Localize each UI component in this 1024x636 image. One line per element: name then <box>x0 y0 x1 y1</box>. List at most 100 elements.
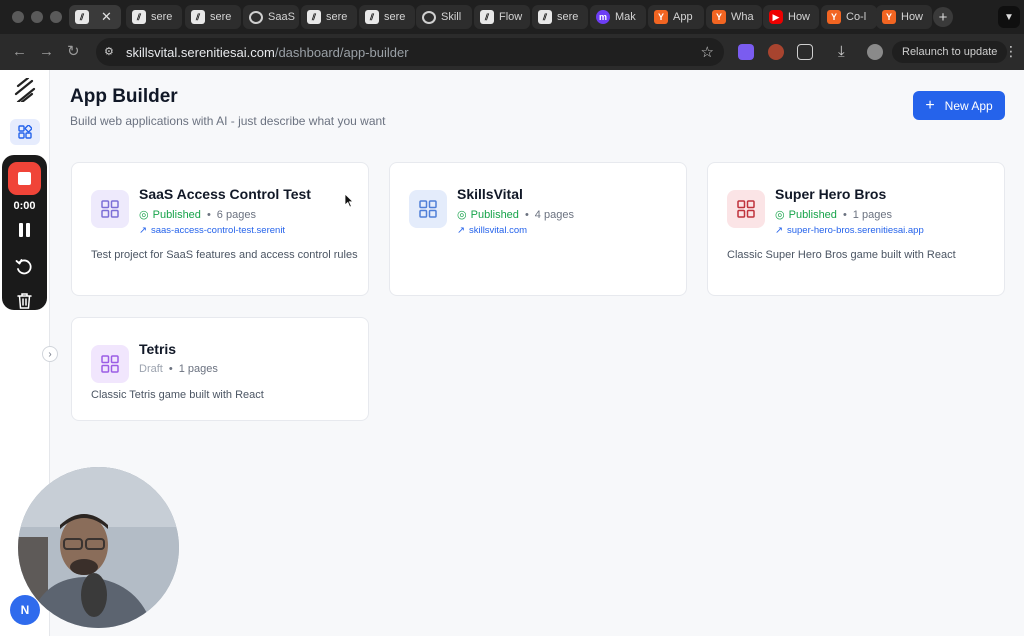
bookmark-star-icon[interactable]: ☆ <box>701 43 714 61</box>
app-grid-icon <box>727 190 765 228</box>
app-name: SaaS Access Control Test <box>139 186 311 202</box>
window-zoom-button[interactable] <box>50 11 62 23</box>
page-count: 1 pages <box>178 363 218 375</box>
browser-tab[interactable]: ⫽ Flow <box>474 5 530 29</box>
arrow-left-icon: ← <box>12 43 27 60</box>
webcam-overlay <box>18 467 179 628</box>
browser-tab[interactable]: ⫽ sere <box>301 5 357 29</box>
y-logo-icon: Y <box>882 10 896 24</box>
separator-dot: • <box>168 363 173 375</box>
relaunch-button[interactable]: Relaunch to update <box>892 41 1008 63</box>
status-text: Published <box>152 208 201 221</box>
page-title: App Builder <box>70 86 178 107</box>
sidebar-item-app-builder[interactable] <box>10 119 40 145</box>
globe-icon: ◎ <box>775 209 785 221</box>
app-card[interactable]: SaaS Access Control Test ◎ Published • 6 … <box>71 162 369 296</box>
user-avatar[interactable]: N <box>10 595 40 625</box>
external-link-icon: ↗ <box>775 225 783 236</box>
serenity-logo-icon[interactable] <box>14 78 36 102</box>
pause-button[interactable] <box>19 223 30 237</box>
profile-avatar[interactable] <box>867 44 883 60</box>
app-card[interactable]: SkillsVital ◎ Published • 4 pages ↗ skills… <box>389 162 687 296</box>
stop-recording-button[interactable] <box>8 162 41 195</box>
reload-icon: ↻ <box>67 43 80 60</box>
browser-tab[interactable]: ▶ How <box>763 5 819 29</box>
new-tab-button[interactable]: + <box>933 7 953 27</box>
tab-title: How <box>901 11 924 23</box>
arrow-right-icon: → <box>39 43 54 60</box>
app-url-link[interactable]: ↗ saas-access-control-test.serenit <box>139 225 339 236</box>
url-host: skillsvital.serenitiesai.com <box>126 45 275 60</box>
window-close-button[interactable] <box>12 11 24 23</box>
app-name: Super Hero Bros <box>775 186 887 202</box>
serenity-logo-icon: ⫽ <box>365 10 379 24</box>
globe-icon: ◎ <box>139 209 149 221</box>
browser-tab[interactable]: Skill <box>416 5 472 29</box>
browser-tab[interactable]: ⫽ sere <box>185 5 241 29</box>
mouse-cursor-icon <box>344 193 354 208</box>
extension-icon[interactable] <box>768 44 784 60</box>
tab-title: Skill <box>441 11 462 23</box>
external-link-icon: ↗ <box>139 225 147 236</box>
status-badge: ◎ Published <box>457 208 519 222</box>
app-url: saas-access-control-test.serenit <box>150 225 286 236</box>
presenter-video-icon <box>18 467 179 628</box>
new-app-button[interactable]: + New App <box>913 91 1005 120</box>
app-card[interactable]: Tetris Draft • 1 pages Classic Tetris ga… <box>71 317 369 421</box>
trash-icon[interactable] <box>17 293 32 309</box>
stop-icon <box>18 172 31 185</box>
reload-button[interactable]: ↻ <box>67 43 80 61</box>
status-text: Published <box>470 208 519 221</box>
forward-button[interactable]: → <box>39 43 54 61</box>
app-card[interactable]: Super Hero Bros ◎ Published • 1 pages ↗ su… <box>707 162 1005 296</box>
browser-tab[interactable]: ⫽ ✕ <box>69 5 121 29</box>
browser-tab[interactable]: SaaS <box>243 5 299 29</box>
browser-tab[interactable]: ⫽ sere <box>532 5 588 29</box>
status-badge: Draft <box>139 363 163 375</box>
window-minimize-button[interactable] <box>31 11 43 23</box>
browser-tab[interactable]: Y How <box>876 5 932 29</box>
more-menu-icon[interactable]: ⋮ <box>1004 43 1018 60</box>
recording-timer: 0:00 <box>13 200 36 212</box>
tab-title: App <box>673 11 693 23</box>
tab-search-button[interactable]: ▼ <box>998 6 1020 28</box>
browser-tab[interactable]: m Mak <box>590 5 646 29</box>
app-url-link[interactable]: ↗ skillsvital.com <box>457 225 657 236</box>
puzzle-icon[interactable] <box>797 44 813 60</box>
browser-tab[interactable]: Y App <box>648 5 704 29</box>
app-grid-icon <box>91 190 129 228</box>
page-count: 1 pages <box>852 208 892 221</box>
page-subtitle: Build web applications with AI - just de… <box>70 114 386 128</box>
tab-title: sere <box>210 11 232 23</box>
restart-icon[interactable] <box>15 258 33 276</box>
new-app-label: New App <box>944 98 993 113</box>
app-url: skillsvital.com <box>468 225 528 236</box>
app-description: Classic Super Hero Bros game built with … <box>727 249 956 261</box>
close-icon[interactable]: ✕ <box>101 9 112 25</box>
browser-tab[interactable]: ⫽ sere <box>126 5 182 29</box>
app-url-link[interactable]: ↗ super-hero-bros.serenitiesai.app <box>775 225 935 236</box>
extension-icon[interactable] <box>738 44 754 60</box>
y-logo-icon: Y <box>712 10 726 24</box>
sidebar-expand-button[interactable]: › <box>42 346 58 362</box>
download-icon[interactable]: ⤓ <box>838 43 845 61</box>
browser-tab[interactable]: ⫽ sere <box>359 5 415 29</box>
browser-tab[interactable]: Y Wha <box>706 5 762 29</box>
separator-dot: • <box>842 208 847 221</box>
globe-icon: ◎ <box>457 209 467 221</box>
site-settings-icon[interactable]: ⚙ <box>104 45 118 59</box>
status-text: Published <box>788 208 837 221</box>
tab-title: Co-l <box>846 11 867 23</box>
tab-title: sere <box>384 11 406 23</box>
address-bar[interactable]: ⚙ skillsvital.serenitiesai.com/dashboard… <box>96 38 724 66</box>
url-path: /dashboard/app-builder <box>274 45 409 60</box>
serenity-logo-icon: ⫽ <box>75 10 89 24</box>
app-meta: ◎ Published • 4 pages <box>457 208 574 222</box>
plus-icon: + <box>925 96 935 114</box>
back-button[interactable]: ← <box>12 43 27 61</box>
y-logo-icon: Y <box>654 10 668 24</box>
app-meta: Draft • 1 pages <box>139 363 218 375</box>
browser-tab[interactable]: Y Co-l <box>821 5 877 29</box>
serenity-logo-icon: ⫽ <box>191 10 205 24</box>
tab-title: How <box>788 11 811 23</box>
